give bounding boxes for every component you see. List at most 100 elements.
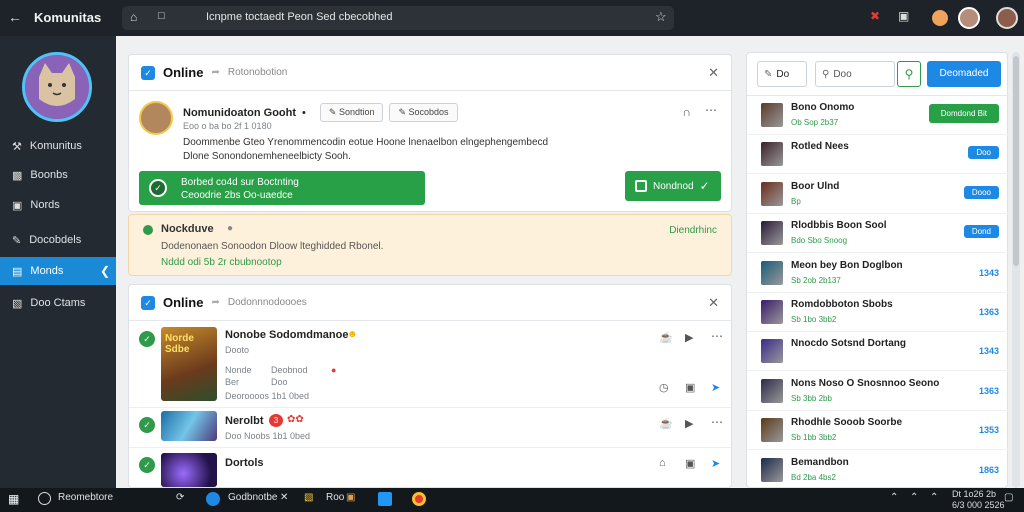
- confirm-button[interactable]: Nondnod ✓: [625, 171, 721, 201]
- browser-icon[interactable]: [206, 492, 220, 506]
- bookmark-icon[interactable]: ∩: [682, 105, 691, 119]
- game-thumbnail[interactable]: [761, 300, 783, 324]
- avatar-small[interactable]: [958, 7, 980, 29]
- list-item-name[interactable]: Boor Ulnd: [791, 181, 839, 192]
- tag-pill[interactable]: ✎ Sondtion: [319, 103, 384, 122]
- scrollbar-thumb[interactable]: [1013, 56, 1019, 266]
- app-icon[interactable]: [378, 492, 392, 506]
- sidebar-item-doo-ctams[interactable]: ▧ Doo Ctams: [0, 289, 116, 317]
- list-item-name[interactable]: Rlodbbis Boon Sool: [791, 220, 887, 231]
- game-thumbnail[interactable]: [161, 411, 217, 441]
- search-circle-icon[interactable]: [38, 492, 51, 505]
- home-icon[interactable]: ⌂: [659, 457, 666, 469]
- sidebar-item-boonbs[interactable]: ▩ Boonbs: [0, 161, 116, 189]
- extension-icon[interactable]: ✖: [870, 9, 880, 23]
- install-button[interactable]: Domdond Bit: [928, 104, 999, 123]
- clock-time[interactable]: Dt 1o26 2b: [952, 489, 996, 499]
- list-item[interactable]: Bono Onomo Ob Sop 2b37 Domdond Bit: [747, 95, 1009, 135]
- address-bar[interactable]: [122, 6, 674, 30]
- filter-button[interactable]: ✎ Do: [757, 61, 807, 87]
- close-icon[interactable]: ✕: [280, 492, 288, 503]
- sidebar-item-monds[interactable]: ▤ Monds ❮: [0, 257, 116, 285]
- notification-icon[interactable]: ▢: [1004, 492, 1013, 503]
- action-button[interactable]: Dond: [963, 225, 999, 239]
- game-thumbnail[interactable]: [761, 221, 783, 246]
- flag-icon[interactable]: ▶: [685, 331, 693, 344]
- list-item-name[interactable]: Bemandbon: [791, 457, 849, 468]
- search-input[interactable]: ⚲ Doo: [815, 61, 895, 87]
- tag-pill[interactable]: ✎ Socobdos: [389, 103, 458, 122]
- game-title[interactable]: Nonobe Sodomdmanoe: [225, 329, 348, 341]
- progress-bar-button[interactable]: ✓ Borbed co4d sur Boctnting Ceoodrie 2bs…: [139, 171, 425, 205]
- home-icon[interactable]: ⌂: [130, 10, 137, 24]
- list-item[interactable]: Rotled Nees Doo: [747, 134, 1009, 175]
- sidebar-item-komunitus[interactable]: ⚒ Komunitus: [0, 132, 116, 160]
- profile-badge-icon[interactable]: [932, 10, 948, 26]
- flag-icon[interactable]: ▶: [685, 417, 693, 430]
- list-item[interactable]: Rhodhle Sooob Soorbe Sb 1bb 3bb2 1353: [747, 410, 1009, 451]
- list-item-name[interactable]: Nnocdo Sotsnd Dortang: [791, 338, 906, 349]
- close-icon[interactable]: ✕: [708, 295, 719, 311]
- more-icon[interactable]: ⋯: [711, 329, 723, 343]
- notice-action[interactable]: Diendrhinc: [669, 225, 717, 236]
- author-avatar[interactable]: [139, 101, 173, 135]
- send-icon[interactable]: ➤: [711, 381, 720, 394]
- game-thumbnail[interactable]: [761, 181, 783, 206]
- game-title[interactable]: Dortols: [225, 457, 264, 469]
- inbox-icon[interactable]: ▣: [685, 457, 695, 470]
- list-item[interactable]: Boor Ulnd Bp Dooo: [747, 174, 1009, 214]
- folder-icon[interactable]: ▧: [304, 492, 313, 503]
- list-item-name[interactable]: Meon bey Bon Doglbon: [791, 260, 903, 271]
- game-title[interactable]: Nerolbt: [225, 415, 264, 427]
- game-thumbnail[interactable]: [761, 260, 783, 285]
- game-thumbnail[interactable]: [761, 142, 783, 167]
- game-thumbnail[interactable]: [761, 339, 783, 364]
- sidebar-item-nords[interactable]: ▣ Nords: [0, 191, 116, 219]
- sidebar-item-docobdels[interactable]: ✎ Docobdels: [0, 226, 116, 254]
- list-item[interactable]: Rlodbbis Boon Sool Bdo Sbo Snoog Dond: [747, 213, 1009, 254]
- close-icon[interactable]: ✕: [708, 65, 719, 81]
- clock-icon[interactable]: ◷: [659, 381, 669, 394]
- check-circle-icon[interactable]: ✓: [139, 417, 155, 433]
- send-icon[interactable]: ➤: [711, 457, 720, 470]
- taskbar-search[interactable]: Reomebtore: [58, 492, 113, 503]
- tray-up-icon[interactable]: ⌃: [930, 492, 938, 503]
- lock-icon[interactable]: ☕: [659, 331, 673, 344]
- screenshot-icon[interactable]: ▣: [898, 9, 909, 23]
- game-thumbnail[interactable]: Norde Sdbe: [161, 327, 217, 401]
- game-thumbnail[interactable]: [761, 418, 783, 443]
- list-item-name[interactable]: Rhodhle Sooob Soorbe: [791, 417, 902, 428]
- action-button[interactable]: Doo: [968, 146, 999, 160]
- store-icon[interactable]: ▣: [346, 492, 355, 503]
- check-circle-icon[interactable]: ✓: [139, 331, 155, 347]
- list-item[interactable]: Bemandbon Bd 2ba 4bs2 1863: [747, 450, 1009, 490]
- game-thumbnail[interactable]: [161, 453, 217, 487]
- list-item[interactable]: Nnocdo Sotsnd Dortang 1343: [747, 331, 1009, 372]
- windows-start-icon[interactable]: ▦: [8, 492, 19, 506]
- more-icon[interactable]: ⋯: [711, 415, 723, 429]
- game-thumbnail[interactable]: [761, 378, 783, 403]
- search-button[interactable]: ⚲: [897, 61, 921, 87]
- game-thumbnail[interactable]: [761, 103, 783, 127]
- action-button[interactable]: Dooo: [963, 185, 999, 199]
- clock-date[interactable]: 6/3 000 2526: [952, 500, 1005, 510]
- lock-icon[interactable]: ☕: [659, 417, 673, 430]
- scrollbar[interactable]: [1012, 52, 1020, 488]
- list-item[interactable]: Meon bey Bon Doglbon Sb 2ob 2b137 1343: [747, 253, 1009, 293]
- task-view-icon[interactable]: ⟳: [176, 492, 184, 503]
- list-item-name[interactable]: Romdobboton Sbobs: [791, 299, 893, 310]
- url-text[interactable]: Icnpme toctaedt Peon Sed cbecobhed: [206, 11, 393, 23]
- taskbar-tab[interactable]: Roo: [326, 492, 344, 503]
- check-circle-icon[interactable]: ✓: [139, 457, 155, 473]
- more-icon[interactable]: ⋯: [705, 103, 717, 117]
- tray-up-icon[interactable]: ⌃: [890, 492, 898, 503]
- tray-up-icon[interactable]: ⌃: [910, 492, 918, 503]
- primary-action-button[interactable]: Deomaded: [927, 61, 1001, 87]
- back-arrow-icon[interactable]: ←: [8, 9, 22, 25]
- list-item-name[interactable]: Nons Noso O Snosnnoo Seono: [791, 378, 939, 389]
- list-item[interactable]: Romdobboton Sbobs Sb 1bo 3bb2 1363: [747, 292, 1009, 332]
- author-name[interactable]: Nomunidoaton Gooht: [183, 107, 296, 119]
- taskbar-tab[interactable]: Godbnotbe: [228, 492, 278, 503]
- star-icon[interactable]: ☆: [655, 9, 667, 25]
- list-item[interactable]: Nons Noso O Snosnnoo Seono Sb 3bb 2bb 1363: [747, 371, 1009, 411]
